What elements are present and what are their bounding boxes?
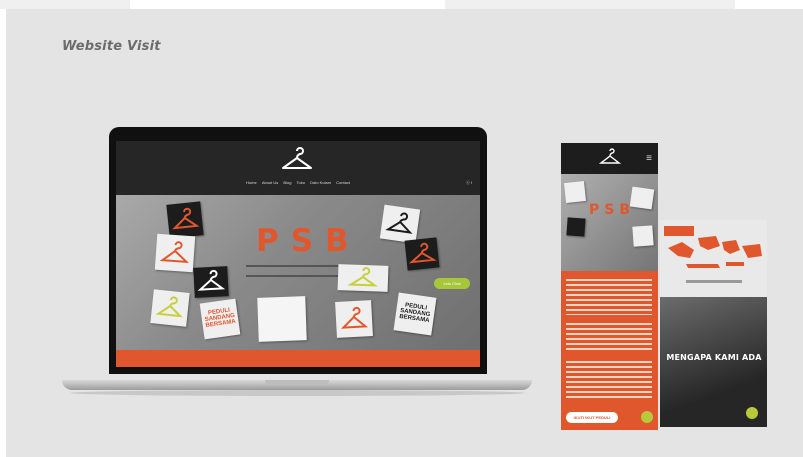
phone-hero-title: PSB bbox=[589, 202, 636, 218]
nav-item-contact[interactable]: Contact bbox=[336, 180, 350, 185]
top-strip bbox=[0, 0, 803, 9]
hanger-icon bbox=[408, 242, 437, 264]
nav-item-about[interactable]: About Us bbox=[262, 180, 278, 185]
hero-section: PEDULI SANDANG BERSAMA PSB PEDULI SANDAN… bbox=[116, 195, 480, 350]
laptop-notch bbox=[265, 380, 329, 384]
hanger-note bbox=[335, 300, 373, 338]
slogan-text: PEDULI SANDANG BERSAMA bbox=[398, 302, 431, 325]
site-header: Home About Us Blog Toko Dato Kolam Conta… bbox=[116, 141, 480, 195]
hero-rule bbox=[246, 275, 346, 277]
hanger-icon bbox=[340, 306, 369, 329]
hanger-note bbox=[337, 264, 389, 292]
ikut-peduli-button[interactable]: IKUTI IKUT PEDULI bbox=[566, 412, 618, 423]
nav-item-blog[interactable]: Blog bbox=[283, 180, 291, 185]
hanger-note bbox=[150, 289, 190, 327]
hanger-note bbox=[154, 233, 196, 273]
nav-item-shop[interactable]: Toko bbox=[297, 180, 305, 185]
hanger-logo-icon[interactable] bbox=[599, 148, 621, 168]
hanger-note bbox=[632, 225, 654, 247]
hanger-icon bbox=[197, 269, 226, 291]
laptop-shadow bbox=[70, 390, 525, 396]
hamburger-menu-icon[interactable]: ≡ bbox=[646, 153, 652, 164]
page-title: Website Visit bbox=[62, 39, 161, 54]
phone-mockup-about: MENGAPA KAMI ADA bbox=[660, 220, 767, 427]
phone-hero: PSB bbox=[561, 174, 658, 271]
chat-bubble-icon[interactable] bbox=[746, 407, 758, 419]
map-illustration-icon bbox=[664, 226, 762, 283]
chat-bubble-icon[interactable] bbox=[641, 411, 653, 423]
indonesia-map bbox=[660, 220, 767, 297]
hanger-icon bbox=[159, 241, 190, 264]
photo-title: MENGAPA KAMI ADA bbox=[666, 353, 762, 362]
hanger-note bbox=[379, 204, 421, 244]
social-icons[interactable]: ⓔ f bbox=[466, 180, 472, 186]
top-strip-segment bbox=[445, 0, 735, 9]
hanger-logo-icon[interactable] bbox=[278, 147, 316, 175]
hero-title: PSB bbox=[256, 223, 361, 259]
hanger-note bbox=[404, 237, 440, 271]
hanger-icon bbox=[347, 267, 379, 287]
nav-item-data[interactable]: Dato Kolam bbox=[310, 180, 331, 185]
lets-chat-button[interactable]: Lets Chat bbox=[434, 278, 470, 289]
top-strip-segment bbox=[0, 0, 130, 9]
paragraph-block bbox=[566, 361, 652, 401]
paragraph-block bbox=[566, 279, 652, 315]
hanger-note bbox=[193, 266, 229, 298]
slogan-note: PEDULI SANDANG BERSAMA bbox=[199, 298, 241, 340]
hanger-note bbox=[566, 217, 586, 237]
hanger-icon bbox=[385, 212, 413, 234]
hanger-icon bbox=[172, 207, 200, 230]
hanger-icon bbox=[155, 296, 183, 318]
slogan-note: PEDULI SANDANG BERSAMA bbox=[393, 292, 437, 336]
orange-band bbox=[116, 350, 480, 367]
phone-mockup-home: ≡ PSB IKUTI IKUT PEDULI bbox=[561, 143, 658, 430]
paragraph-block bbox=[566, 323, 652, 353]
laptop-screen: Home About Us Blog Toko Dato Kolam Conta… bbox=[116, 141, 480, 367]
hanger-note bbox=[166, 201, 204, 239]
hanger-note bbox=[564, 181, 586, 203]
nav-item-home[interactable]: Home bbox=[246, 180, 257, 185]
slogan-text: PEDULI SANDANG BERSAMA bbox=[204, 307, 237, 330]
site-nav: Home About Us Blog Toko Dato Kolam Conta… bbox=[116, 180, 480, 185]
phone-header: ≡ bbox=[561, 143, 658, 174]
flyer-note bbox=[257, 296, 307, 342]
crowd-photo: MENGAPA KAMI ADA bbox=[660, 297, 767, 427]
phone-orange-content: IKUTI IKUT PEDULI bbox=[561, 271, 658, 430]
